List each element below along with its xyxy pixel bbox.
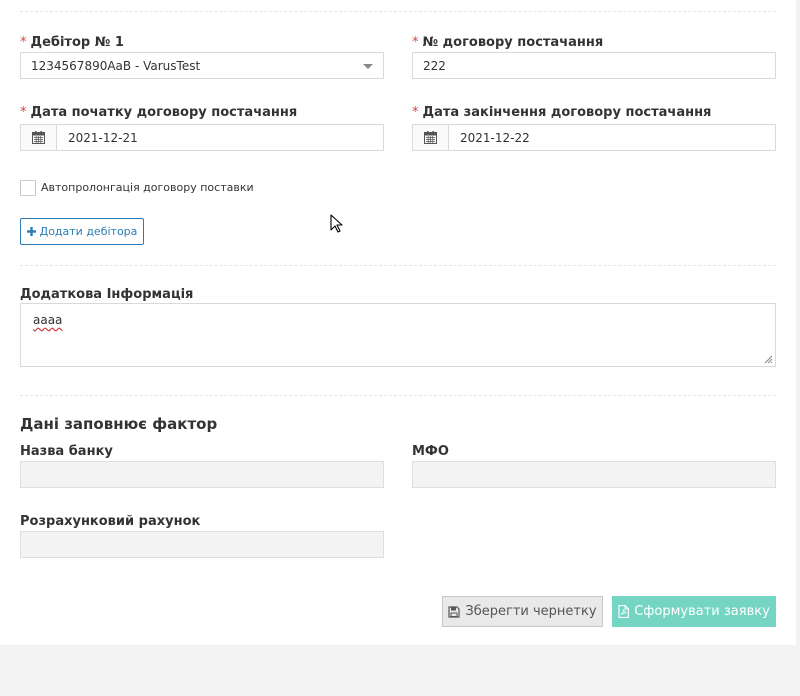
end-date-label: * Дата закінчення договору постачання xyxy=(412,105,711,120)
additional-info-label: Додаткова Інформація xyxy=(20,287,194,302)
save-draft-button[interactable]: Зберегти чернетку xyxy=(442,596,603,627)
account-input xyxy=(20,531,384,558)
divider xyxy=(20,11,776,12)
debtor-label-text: Дебітор № 1 xyxy=(30,35,124,50)
floppy-disk-icon xyxy=(448,605,461,618)
add-debtor-button[interactable]: Додати дебітора xyxy=(20,218,144,245)
submit-request-button[interactable]: Сформувати заявку xyxy=(612,596,776,627)
end-date-value: 2021-12-22 xyxy=(460,131,530,145)
debtor-select[interactable]: 1234567890AaB - VarusTest xyxy=(20,52,384,79)
resize-grip-icon[interactable] xyxy=(763,354,773,364)
factor-section-title: Дані заповнює фактор xyxy=(20,415,218,433)
chevron-down-icon xyxy=(363,64,373,69)
pdf-file-icon xyxy=(618,605,630,618)
bank-name-input xyxy=(20,461,384,488)
end-date-label-text: Дата закінчення договору постачання xyxy=(422,105,712,120)
debtor-select-value: 1234567890AaB - VarusTest xyxy=(31,59,201,73)
required-mark: * xyxy=(412,105,419,120)
add-debtor-label: Додати дебітора xyxy=(39,225,138,238)
bank-name-label: Назва банку xyxy=(20,444,113,459)
calendar-icon[interactable] xyxy=(21,125,57,150)
save-draft-label: Зберегти чернетку xyxy=(465,604,597,619)
contract-number-label: * № договору постачання xyxy=(412,35,603,50)
form-panel: * Дебітор № 1 1234567890AaB - VarusTest *… xyxy=(0,0,796,645)
mouse-pointer-icon xyxy=(330,214,343,233)
end-date-input[interactable]: 2021-12-22 xyxy=(412,124,776,151)
submit-request-label: Сформувати заявку xyxy=(634,604,770,619)
autoprolong-checkbox[interactable] xyxy=(20,180,36,196)
start-date-value: 2021-12-21 xyxy=(68,131,138,145)
mfo-label: МФО xyxy=(412,444,449,459)
plus-icon xyxy=(26,227,36,236)
additional-info-value: аааа xyxy=(33,313,63,327)
required-mark: * xyxy=(20,105,27,120)
start-date-input[interactable]: 2021-12-21 xyxy=(20,124,384,151)
contract-number-value: 222 xyxy=(423,59,446,73)
required-mark: * xyxy=(412,35,419,50)
divider xyxy=(20,395,776,396)
divider xyxy=(20,265,776,266)
contract-number-input[interactable]: 222 xyxy=(412,52,776,79)
contract-number-label-text: № договору постачання xyxy=(422,35,604,50)
additional-info-textarea[interactable]: аааа xyxy=(20,303,776,367)
start-date-label-text: Дата початку договору постачання xyxy=(30,105,298,120)
debtor-label: * Дебітор № 1 xyxy=(20,35,124,50)
autoprolong-label[interactable]: Автопролонгація договору поставки xyxy=(41,181,254,194)
mfo-input xyxy=(412,461,776,488)
calendar-icon[interactable] xyxy=(413,125,449,150)
account-label: Розрахунковий рахунок xyxy=(20,514,201,529)
start-date-label: * Дата початку договору постачання xyxy=(20,105,297,120)
required-mark: * xyxy=(20,35,27,50)
